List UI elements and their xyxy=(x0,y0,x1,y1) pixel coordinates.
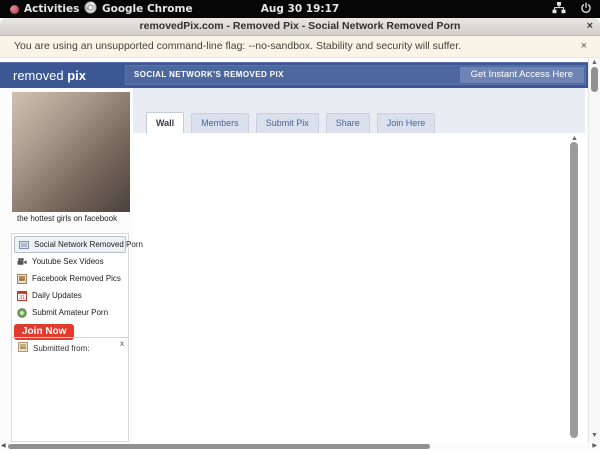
sidebar-item-daily-updates[interactable]: 31 Daily Updates xyxy=(12,287,128,304)
sidebar-menu-box: Social Network Removed Porn Youtube Sex … xyxy=(11,233,143,442)
window-scroll-up-arrow[interactable]: ▲ xyxy=(589,59,600,67)
power-icon[interactable] xyxy=(580,1,592,17)
photo-icon xyxy=(17,273,27,284)
infobar-message: You are using an unsupported command-lin… xyxy=(14,40,462,52)
photo-caption: the hottest girls on facebook xyxy=(17,214,118,223)
window-scrollbar-thumb[interactable] xyxy=(591,67,598,92)
scroll-right-arrow[interactable]: ▶ xyxy=(592,443,597,450)
infobar-close-button[interactable]: × xyxy=(581,36,587,57)
sidebar-item-social-network-removed-porn[interactable]: Social Network Removed Porn xyxy=(14,236,143,253)
scroll-left-arrow[interactable]: ◀ xyxy=(1,443,6,450)
horizontal-scrollbar-thumb[interactable] xyxy=(8,444,430,449)
banner-title: SOCIAL NETWORK'S REMOVED PIX xyxy=(134,70,284,79)
network-icon[interactable] xyxy=(552,1,566,17)
sidebar-item-facebook-removed-pics[interactable]: Facebook Removed Pics xyxy=(12,270,128,287)
photo-icon xyxy=(18,342,28,354)
tab-share[interactable]: Share xyxy=(325,113,370,133)
submitted-from-box: Submitted from: x xyxy=(12,337,128,441)
sidebar-item-submit-amateur-porn[interactable]: Submit Amateur Porn xyxy=(12,304,128,321)
tabs-band: Wall Members Submit Pix Share Join Here xyxy=(133,88,585,133)
sidebar-item-label: Social Network Removed Porn xyxy=(34,240,143,249)
wall-content-area: ▲ xyxy=(133,133,585,443)
header-banner: SOCIAL NETWORK'S REMOVED PIX Get Instant… xyxy=(125,65,586,85)
sidebar-item-label: Youtube Sex Videos xyxy=(32,257,104,266)
sandbox-warning-infobar: You are using an unsupported command-lin… xyxy=(0,36,600,58)
sidebar-item-label: Daily Updates xyxy=(32,291,82,300)
tab-members[interactable]: Members xyxy=(191,113,249,133)
note-icon xyxy=(19,240,29,250)
tab-wall[interactable]: Wall xyxy=(146,112,185,133)
content-scrollbar[interactable]: ▲ xyxy=(568,133,581,443)
system-top-bar: Activities Google Chrome Aug 30 19:17 xyxy=(0,0,600,18)
site-logo[interactable]: removed pix xyxy=(13,63,86,88)
calendar-day: 31 xyxy=(19,295,25,301)
profile-photo-placeholder[interactable] xyxy=(12,92,130,212)
submitted-from-label: Submitted from: xyxy=(33,343,90,353)
site-header: removed pix SOCIAL NETWORK'S REMOVED PIX… xyxy=(0,62,600,88)
horizontal-scrollbar[interactable]: ◀ ▶ xyxy=(0,443,600,450)
window-title: removedPix.com - Removed Pix - Social Ne… xyxy=(139,20,461,32)
content-scrollbar-thumb[interactable] xyxy=(570,142,578,438)
window-close-button[interactable]: × xyxy=(587,18,593,35)
tab-row: Wall Members Submit Pix Share Join Here xyxy=(146,112,436,133)
page-body: Wall Members Submit Pix Share Join Here … xyxy=(0,88,600,443)
submitted-from-close-button[interactable]: x xyxy=(120,339,124,348)
window-scroll-down-arrow[interactable]: ▼ xyxy=(589,432,600,440)
calendar-icon: 31 xyxy=(17,290,27,301)
window-scrollbar[interactable]: ▲ ▼ xyxy=(588,58,600,443)
sidebar-item-label: Submit Amateur Porn xyxy=(32,308,109,317)
tab-join-here[interactable]: Join Here xyxy=(376,113,436,133)
tab-submit-pix[interactable]: Submit Pix xyxy=(255,113,319,133)
clock[interactable]: Aug 30 19:17 xyxy=(0,0,600,18)
sidebar-item-label: Facebook Removed Pics xyxy=(32,274,121,283)
camera-icon xyxy=(17,307,27,318)
sidebar-item-youtube-sex-videos[interactable]: Youtube Sex Videos xyxy=(12,253,128,270)
video-camera-icon xyxy=(17,257,27,267)
site-logo-second: pix xyxy=(67,68,86,83)
site-logo-first: removed xyxy=(13,68,68,83)
window-titlebar[interactable]: removedPix.com - Removed Pix - Social Ne… xyxy=(0,18,600,36)
get-access-button[interactable]: Get Instant Access Here xyxy=(459,67,584,83)
